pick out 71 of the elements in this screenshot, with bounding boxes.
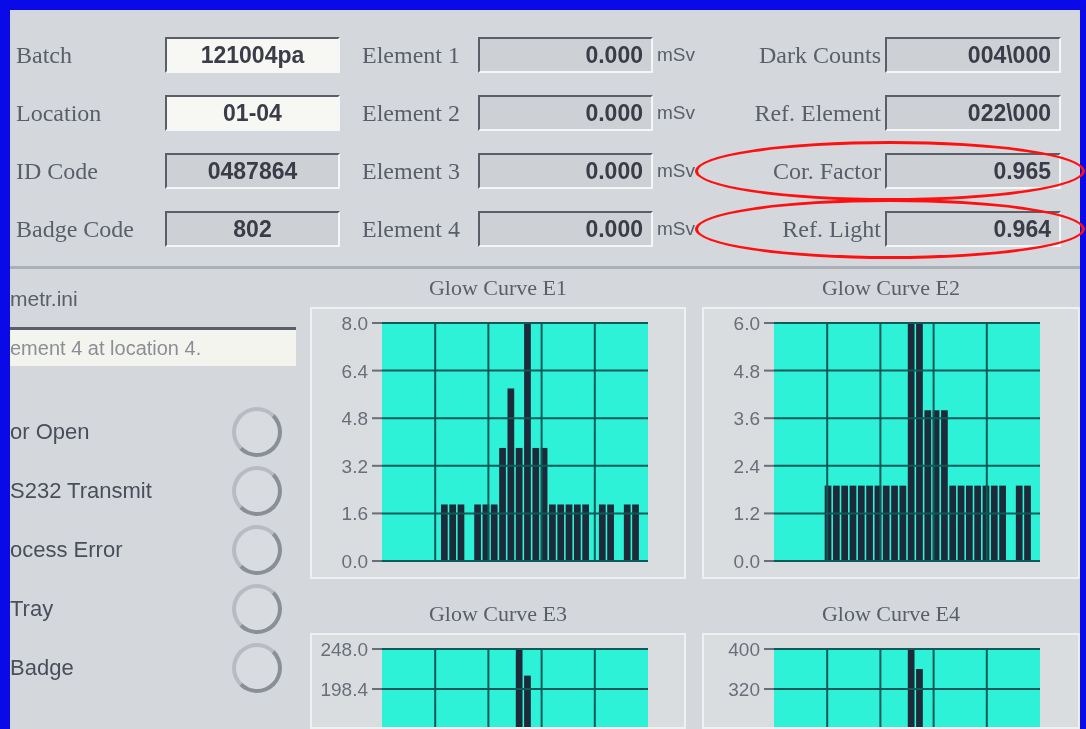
field-label: Location [16, 99, 103, 127]
y-tick: 4.8 [341, 408, 383, 430]
unit-label: mSv [657, 44, 696, 66]
y-tick-label: 1.2 [733, 503, 760, 525]
message-field: ement 4 at location 4. [10, 327, 296, 366]
y-tick-label: 248.0 [320, 639, 368, 660]
y-tick-label: 0.0 [733, 551, 760, 572]
indicator-label: or Open [10, 418, 90, 445]
y-tick-label: 320 [728, 679, 760, 700]
y-tick: 320 [728, 679, 775, 700]
y-tick: 4.8 [733, 360, 775, 382]
y-tick-label: 6.4 [341, 360, 369, 382]
y-tick-label: 8.0 [341, 313, 368, 334]
reading-label: Cor. Factor [772, 157, 881, 185]
reading-label: Ref. Light [781, 215, 881, 243]
unit-label: mSv [657, 160, 696, 182]
readout-field: 0.000 [478, 211, 653, 247]
field-label: Badge Code [16, 215, 135, 243]
y-tick: 6.0 [733, 313, 775, 334]
element-label: Element 3 [361, 157, 461, 185]
y-tick: 0.0 [341, 551, 383, 572]
chart-title: Glow Curve E2 [821, 274, 961, 302]
y-tick-label: 4.8 [341, 408, 368, 430]
readout-field: 004\000 [885, 37, 1061, 73]
readout-field: 0487864 [165, 153, 340, 189]
y-tick-label: 0.0 [341, 551, 368, 572]
reading-label: Ref. Element [753, 99, 881, 127]
file-name: metr.ini [10, 287, 79, 312]
element-label: Element 4 [361, 215, 461, 243]
element-label: Element 1 [361, 41, 461, 69]
readout-field: 0.965 [885, 153, 1061, 189]
field-label: ID Code [16, 157, 99, 185]
y-tick-label: 6.0 [733, 313, 760, 334]
y-tick-label: 198.4 [320, 679, 369, 700]
readout-field: 0.000 [478, 37, 653, 73]
y-tick-label: 3.6 [733, 408, 760, 430]
y-tick: 6.4 [341, 360, 383, 382]
chart-title: Glow Curve E3 [428, 600, 568, 628]
y-tick-label: 1.6 [341, 503, 368, 525]
y-tick: 3.2 [341, 455, 383, 477]
y-tick: 8.0 [341, 313, 383, 334]
y-tick: 400 [728, 639, 775, 660]
y-tick: 198.4 [320, 679, 383, 700]
readout-field: 022\000 [885, 95, 1061, 131]
input-field[interactable]: 01-04 [165, 95, 340, 131]
readout-field: 0.000 [478, 153, 653, 189]
y-tick: 1.2 [733, 503, 775, 525]
y-tick-label: 2.4 [733, 455, 761, 477]
unit-label: mSv [657, 218, 696, 240]
y-tick-label: 3.2 [341, 455, 368, 477]
unit-label: mSv [657, 102, 696, 124]
field-label: Batch [16, 41, 73, 69]
readout-field: 0.964 [885, 211, 1061, 247]
readout-field: 0.000 [478, 95, 653, 131]
reading-label: Dark Counts [758, 41, 881, 69]
y-tick-label: 4.8 [733, 360, 760, 382]
y-tick: 248.0 [320, 639, 383, 660]
indicator-label: Tray [10, 595, 54, 622]
y-tick: 0.0 [733, 551, 775, 572]
chart-title: Glow Curve E4 [821, 600, 961, 628]
indicator-label: S232 Transmit [10, 477, 152, 504]
indicator-label: ocess Error [10, 536, 123, 563]
readout-field: 802 [165, 211, 340, 247]
input-field[interactable]: 121004pa [165, 37, 340, 73]
y-tick: 3.6 [733, 408, 775, 430]
y-tick: 2.4 [733, 455, 775, 477]
y-tick: 1.6 [341, 503, 383, 525]
y-tick-label: 400 [728, 639, 760, 660]
indicator-label: Badge [10, 654, 74, 681]
chart-title: Glow Curve E1 [428, 274, 568, 302]
element-label: Element 2 [361, 99, 461, 127]
